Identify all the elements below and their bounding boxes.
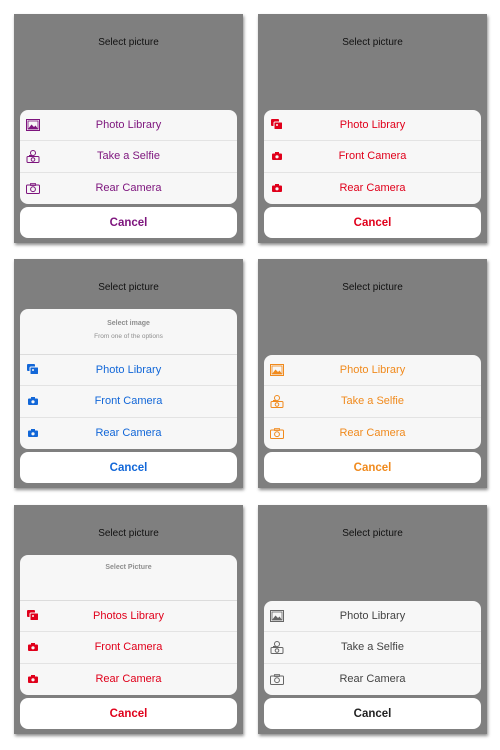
cancel-button[interactable]: Cancel bbox=[20, 698, 237, 729]
option-rear-camera[interactable]: Rear Camera bbox=[20, 173, 237, 205]
camera-icon bbox=[26, 672, 40, 686]
option-rear-camera[interactable]: Rear Camera bbox=[20, 418, 237, 450]
photo-icon bbox=[26, 118, 40, 132]
option-rear-camera[interactable]: Rear Camera bbox=[264, 173, 481, 205]
panel-title: Select picture bbox=[98, 282, 159, 293]
cancel-button[interactable]: Cancel bbox=[264, 698, 481, 729]
option-label: Take a Selfie bbox=[97, 150, 160, 163]
photo-icon bbox=[270, 363, 284, 377]
action-sheet: Photo Library Take a Selfie Rear Camera bbox=[20, 109, 237, 205]
sheet-header: Select image From one of the options bbox=[20, 309, 237, 355]
picker-panel-red: Select picture Photo Library Front Camer… bbox=[258, 14, 487, 243]
photos-icon bbox=[26, 609, 40, 623]
camera-icon bbox=[26, 640, 40, 654]
option-label: Take a Selfie bbox=[341, 395, 404, 408]
sheet-header-title: Select image bbox=[107, 319, 150, 327]
camera-icon bbox=[270, 426, 284, 440]
option-label: Rear Camera bbox=[95, 427, 162, 440]
sheet-header-title: Select Picture bbox=[105, 563, 152, 571]
camera-icon bbox=[26, 426, 40, 440]
option-photo-library[interactable]: Photo Library bbox=[264, 355, 481, 386]
panel-title: Select picture bbox=[98, 37, 159, 48]
selfie-icon bbox=[270, 394, 284, 409]
option-label: Photo Library bbox=[95, 363, 162, 376]
picker-panel-purple: Select picture Photo Library Take a Self… bbox=[14, 14, 243, 243]
picker-panel-orange: Select picture Photo Library Take a Self… bbox=[258, 259, 487, 488]
selfie-icon bbox=[270, 640, 284, 655]
camera-icon bbox=[26, 394, 40, 408]
cancel-button[interactable]: Cancel bbox=[20, 452, 237, 483]
picker-panel-blue: Select picture Select image From one of … bbox=[14, 259, 243, 488]
option-label: Photo Library bbox=[339, 363, 406, 376]
option-front-camera[interactable]: Front Camera bbox=[20, 632, 237, 664]
panel-title: Select picture bbox=[342, 528, 403, 539]
option-label: Rear Camera bbox=[339, 182, 406, 195]
option-label: Photo Library bbox=[95, 118, 162, 131]
selfie-icon bbox=[26, 149, 40, 164]
action-sheet: Photo Library Take a Selfie Rear Camera bbox=[264, 600, 481, 696]
option-take-selfie[interactable]: Take a Selfie bbox=[20, 141, 237, 173]
option-label: Front Camera bbox=[94, 395, 163, 408]
sheet-header: Select Picture bbox=[20, 555, 237, 601]
option-label: Photos Library bbox=[93, 609, 164, 622]
option-rear-camera[interactable]: Rear Camera bbox=[264, 418, 481, 450]
option-photo-library[interactable]: Photo Library bbox=[264, 110, 481, 141]
camera-icon bbox=[26, 181, 40, 195]
action-sheet: Select image From one of the options Pho… bbox=[20, 308, 237, 450]
action-sheet: Photo Library Front Camera Rear Camera bbox=[264, 109, 481, 205]
option-take-selfie[interactable]: Take a Selfie bbox=[264, 632, 481, 664]
action-sheet: Select Picture Photos Library Front Came… bbox=[20, 554, 237, 696]
option-label: Take a Selfie bbox=[341, 641, 404, 654]
option-label: Rear Camera bbox=[95, 673, 162, 686]
option-label: Photo Library bbox=[339, 118, 406, 131]
option-photo-library[interactable]: Photo Library bbox=[20, 110, 237, 141]
option-label: Front Camera bbox=[338, 150, 407, 163]
option-photos-library[interactable]: Photos Library bbox=[20, 601, 237, 632]
panel-title: Select picture bbox=[342, 282, 403, 293]
option-label: Rear Camera bbox=[95, 182, 162, 195]
picker-panel-red-header: Select picture Select Picture Photos Lib… bbox=[14, 505, 243, 734]
action-sheet: Photo Library Take a Selfie Rear Camera bbox=[264, 354, 481, 450]
option-rear-camera[interactable]: Rear Camera bbox=[264, 664, 481, 696]
option-take-selfie[interactable]: Take a Selfie bbox=[264, 386, 481, 418]
cancel-button[interactable]: Cancel bbox=[264, 207, 481, 238]
photos-icon bbox=[270, 118, 284, 132]
photo-icon bbox=[270, 609, 284, 623]
option-label: Rear Camera bbox=[339, 427, 406, 440]
option-label: Rear Camera bbox=[339, 673, 406, 686]
sheet-header-subtitle: From one of the options bbox=[94, 332, 163, 340]
cancel-button[interactable]: Cancel bbox=[20, 207, 237, 238]
option-label: Front Camera bbox=[94, 641, 163, 654]
option-front-camera[interactable]: Front Camera bbox=[264, 141, 481, 173]
camera-icon bbox=[270, 181, 284, 195]
camera-icon bbox=[270, 672, 284, 686]
camera-icon bbox=[270, 149, 284, 163]
panel-title: Select picture bbox=[342, 37, 403, 48]
option-photo-library[interactable]: Photo Library bbox=[264, 601, 481, 632]
option-rear-camera[interactable]: Rear Camera bbox=[20, 664, 237, 696]
cancel-button[interactable]: Cancel bbox=[264, 452, 481, 483]
option-front-camera[interactable]: Front Camera bbox=[20, 386, 237, 418]
picker-panel-gray: Select picture Photo Library Take a Self… bbox=[258, 505, 487, 734]
option-label: Photo Library bbox=[339, 609, 406, 622]
photos-icon bbox=[26, 363, 40, 377]
panel-title: Select picture bbox=[98, 528, 159, 539]
option-photo-library[interactable]: Photo Library bbox=[20, 355, 237, 386]
